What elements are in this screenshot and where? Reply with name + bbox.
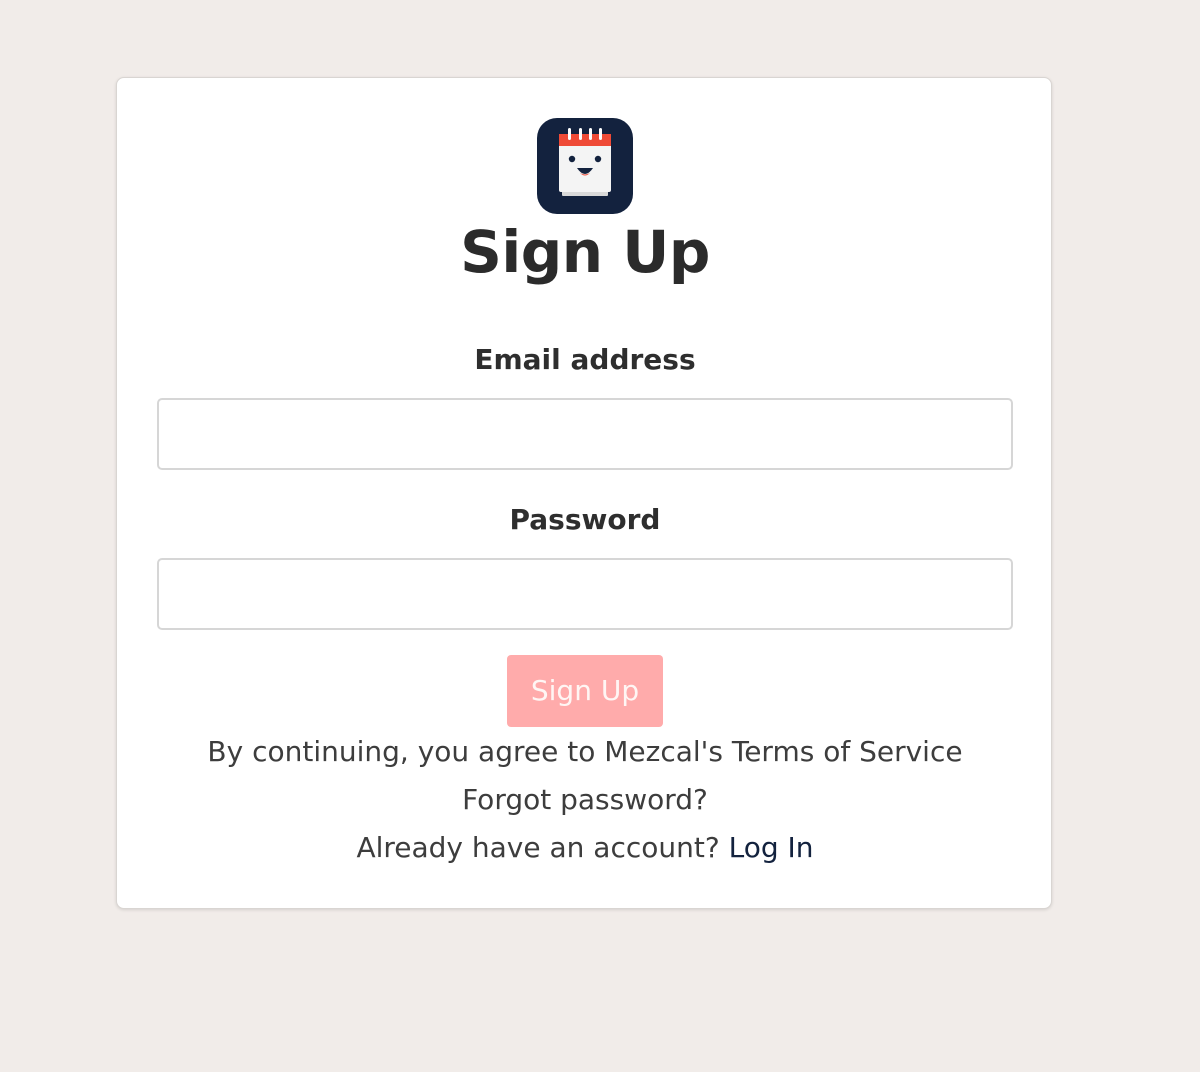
calendar-face-icon [537,118,633,214]
signup-card: Sign Up Email address Password Sign Up B… [116,77,1052,909]
have-account-text: Already have an account? [356,831,720,864]
password-label: Password [509,503,661,536]
sign-up-button[interactable]: Sign Up [507,655,663,727]
email-field[interactable] [157,398,1013,470]
email-label: Email address [474,343,696,376]
password-field[interactable] [157,558,1013,630]
terms-text: By continuing, you agree to Mezcal's Ter… [117,732,1053,772]
forgot-password-row: Forgot password? [117,780,1053,820]
app-logo [537,118,633,214]
terms-link[interactable]: By continuing, you agree to Mezcal's Ter… [207,735,962,768]
log-in-link[interactable]: Log In [729,831,814,864]
forgot-password-link[interactable]: Forgot password? [462,783,708,816]
page-title: Sign Up [460,218,710,286]
login-prompt: Already have an account? Log In [117,828,1053,868]
